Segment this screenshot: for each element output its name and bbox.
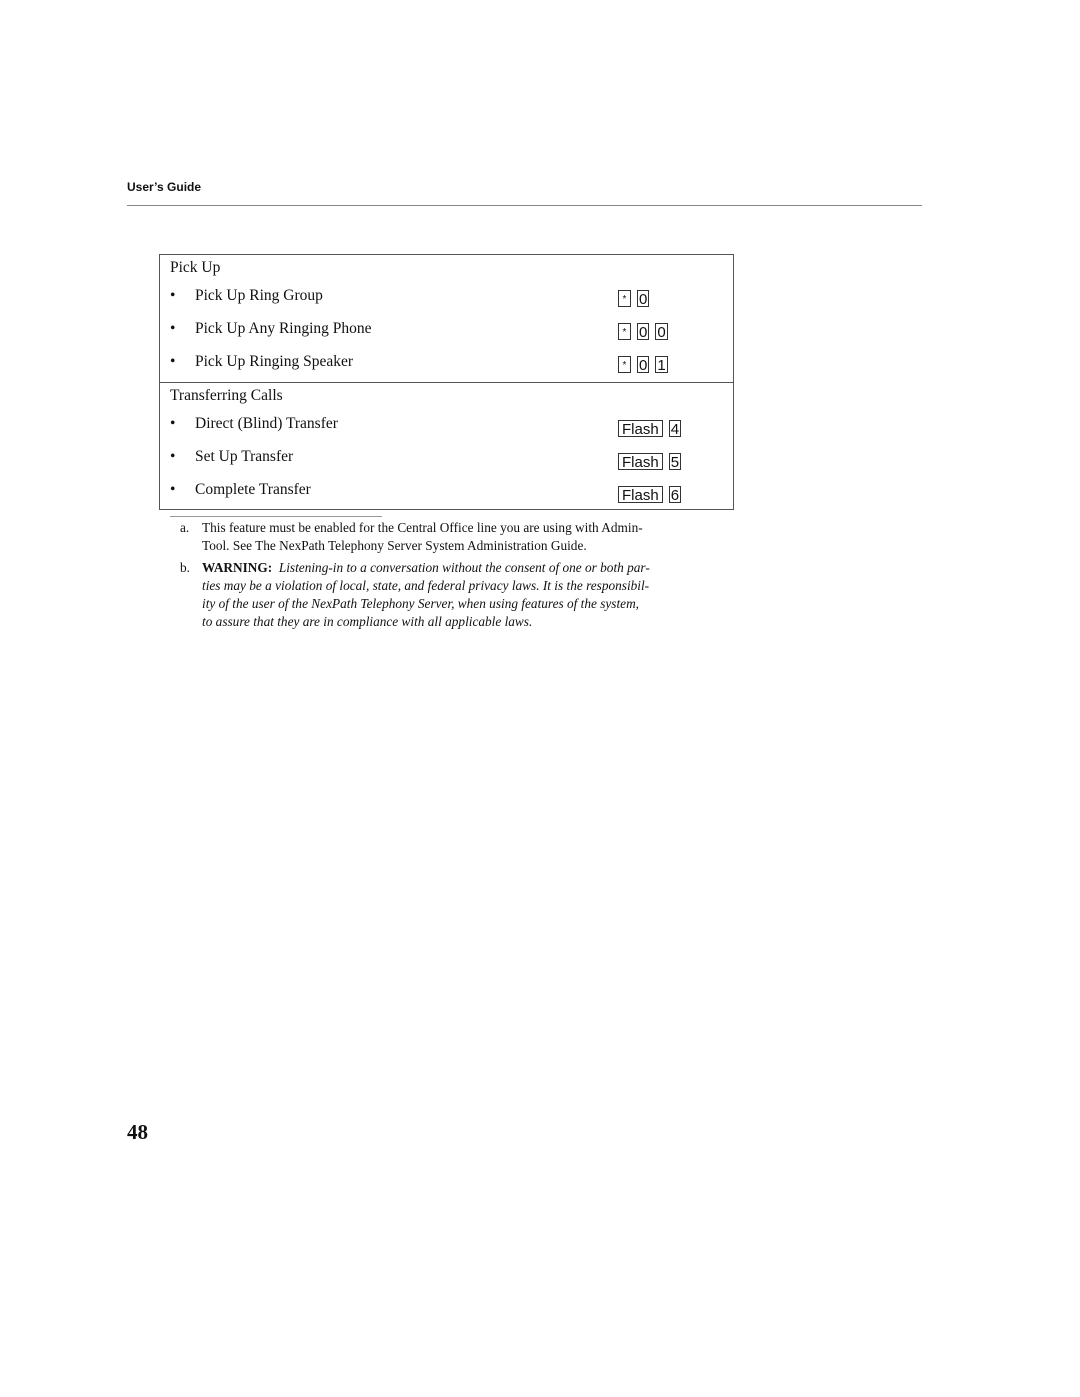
footnote-line: This feature must be enabled for the Cen… (202, 520, 643, 535)
key-sequence: * 0 (618, 290, 650, 308)
bullet: • (170, 320, 176, 337)
running-header: User’s Guide (127, 180, 202, 194)
key-sequence: Flash 4 (618, 420, 682, 438)
section-title: Pick Up (170, 259, 221, 276)
section-pick-up: Pick Up • Pick Up Ring Group * 0 • Pick … (160, 255, 733, 383)
footnote-mark: a. (180, 520, 190, 535)
key-sequence: Flash 6 (618, 486, 682, 504)
key-0: 0 (655, 323, 668, 341)
bullet: • (170, 353, 176, 370)
key-flash: Flash (618, 453, 663, 471)
bullet: • (170, 448, 176, 465)
key-sequence: Flash 5 (618, 453, 682, 471)
key-flash: Flash (618, 420, 663, 438)
key-sequence: * 0 0 (618, 323, 668, 341)
key-5: 5 (668, 453, 682, 471)
footnote-mark: b. (180, 560, 190, 575)
footnote-b: b. WARNING: Listening-in to a conversati… (180, 559, 740, 631)
row-label: Direct (Blind) Transfer (195, 415, 338, 432)
footnote-line: ity of the user of the NexPath Telephony… (202, 596, 639, 611)
row-label: Pick Up Ringing Speaker (195, 353, 353, 370)
key-0: 0 (637, 356, 650, 374)
key-1: 1 (655, 356, 668, 374)
key-star: * (618, 323, 631, 340)
key-flash: Flash (618, 486, 663, 504)
key-0: 0 (637, 290, 650, 308)
row-label: Set Up Transfer (195, 448, 294, 465)
key-star: * (618, 356, 631, 373)
key-6: 6 (668, 486, 682, 504)
key-0: 0 (637, 323, 650, 341)
footnote-line: Listening-in to a conversation without t… (278, 560, 650, 575)
bullet: • (170, 481, 176, 498)
bullet: • (170, 287, 176, 304)
footnote-line: to assure that they are in compliance wi… (202, 614, 533, 629)
row-label: Complete Transfer (195, 481, 311, 498)
feature-code-table: Pick Up • Pick Up Ring Group * 0 • Pick … (159, 254, 734, 510)
key-star: * (618, 290, 631, 307)
key-sequence: * 0 1 (618, 356, 668, 374)
footnote-line: Tool. See The NexPath Telephony Server S… (202, 538, 587, 553)
row-label: Pick Up Ring Group (195, 287, 323, 304)
warning-label: WARNING: (202, 560, 273, 575)
footnote-rule (170, 516, 382, 517)
header-rule (127, 205, 922, 206)
section-title: Transferring Calls (170, 387, 283, 404)
footnote-line: ties may be a violation of local, state,… (202, 578, 650, 593)
page-number: 48 (127, 1120, 148, 1144)
key-4: 4 (668, 420, 682, 438)
footnote-a: a. This feature must be enabled for the … (180, 519, 740, 555)
bullet: • (170, 415, 176, 432)
row-label: Pick Up Any Ringing Phone (195, 320, 372, 337)
section-transferring-calls: Transferring Calls • Direct (Blind) Tran… (160, 383, 733, 509)
